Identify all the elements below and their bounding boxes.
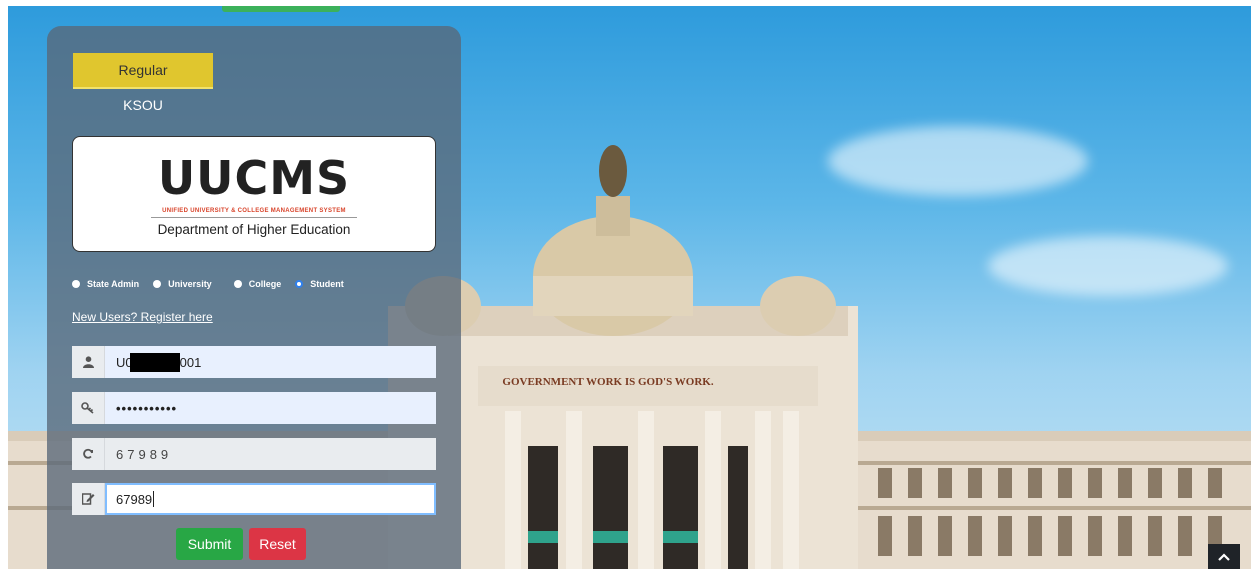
logo-divider	[151, 217, 357, 218]
logo-wordmark: UUCMS	[157, 151, 351, 205]
role-label: Student	[310, 279, 344, 289]
logo-department: Department of Higher Education	[157, 222, 351, 237]
role-label: State Admin	[87, 279, 140, 289]
tab-regular[interactable]: Regular	[73, 53, 213, 89]
edit-icon	[72, 483, 105, 515]
building-sign: GOVERNMENT WORK IS GOD'S WORK.	[502, 376, 713, 388]
radio-state-admin[interactable]	[72, 280, 80, 288]
radio-university[interactable]	[153, 280, 162, 288]
login-panel: Regular KSOU UUCMS UNIFIED UNIVERSITY & …	[47, 26, 461, 569]
captcha-input-value: 67989	[116, 491, 153, 507]
tab-ksou[interactable]: KSOU	[73, 93, 213, 117]
role-label: University	[168, 279, 212, 289]
username-input[interactable]: U0 001	[105, 346, 436, 378]
radio-student[interactable]	[295, 280, 304, 288]
role-university[interactable]: University	[153, 279, 212, 289]
uucms-logo: UUCMS UNIFIED UNIVERSITY & COLLEGE MANAG…	[72, 136, 436, 252]
reset-button[interactable]: Reset	[249, 528, 306, 560]
radio-college[interactable]	[233, 280, 242, 288]
password-field: •••••••••••	[72, 392, 436, 424]
username-suffix: 001	[179, 354, 202, 370]
captcha-display: 67989	[105, 438, 436, 470]
user-icon	[72, 346, 105, 378]
username-field: U0 001	[72, 346, 436, 378]
role-label: College	[248, 279, 282, 289]
captcha-field: 67989	[72, 438, 436, 470]
role-student[interactable]: Student	[295, 279, 344, 289]
logo-tagline: UNIFIED UNIVERSITY & COLLEGE MANAGEMENT …	[162, 208, 346, 214]
register-link[interactable]: New Users? Register here	[72, 310, 213, 324]
captcha-input-field: 67989	[72, 483, 436, 515]
captcha-input[interactable]: 67989	[105, 483, 436, 515]
role-state-admin[interactable]: State Admin	[72, 279, 139, 289]
chevron-up-icon[interactable]	[1208, 544, 1240, 569]
role-college[interactable]: College	[233, 279, 282, 289]
refresh-icon[interactable]	[72, 438, 105, 470]
role-selector: State Admin University College Student	[72, 276, 358, 292]
redaction-box	[129, 352, 180, 372]
key-icon	[72, 392, 105, 424]
submit-button[interactable]: Submit	[176, 528, 243, 560]
password-input[interactable]: •••••••••••	[105, 392, 436, 424]
